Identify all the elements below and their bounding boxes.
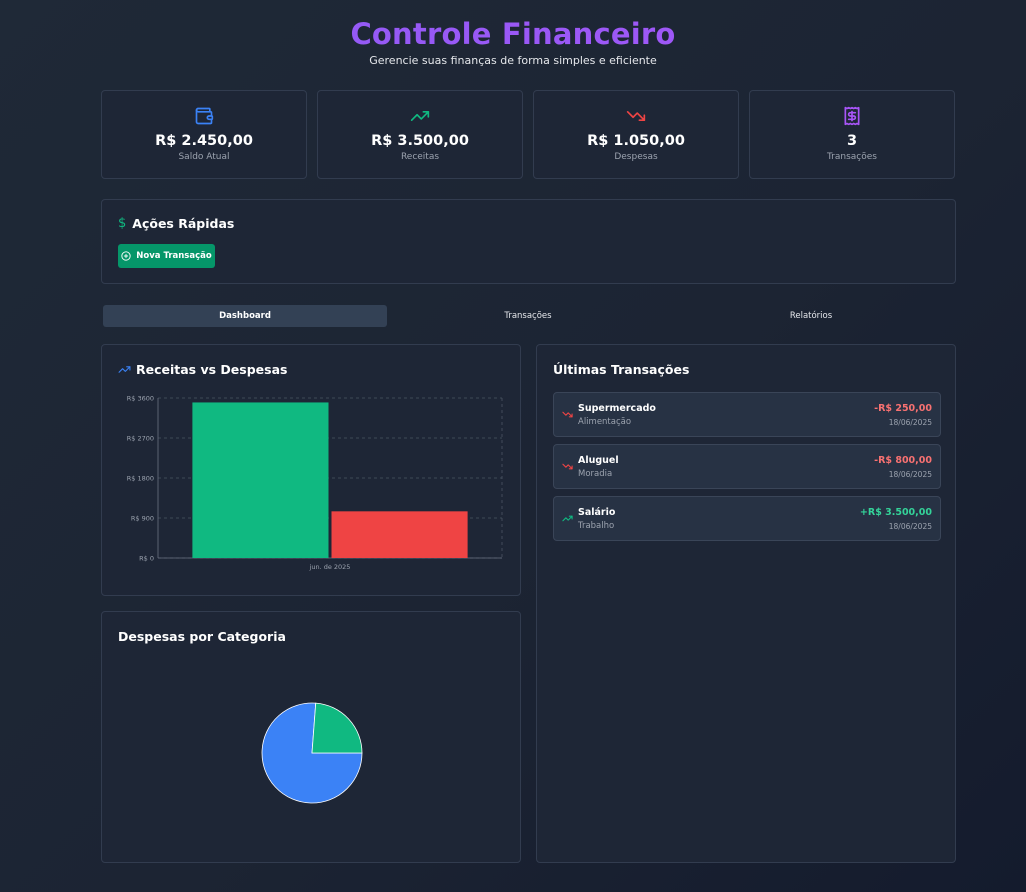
stat-value: R$ 2.450,00 [155,133,253,149]
y-tick-label: R$ 1800 [127,475,154,483]
new-transaction-label: Nova Transação [136,251,212,261]
income-vs-expense-chart: R$ 0 R$ 900 R$ 1800 R$ 2700 R$ 3600 jun. de 2… [127,395,503,571]
transaction-category: Alimentação [578,417,632,427]
transaction-category: Moradia [578,469,613,479]
stat-label: Receitas [400,152,440,162]
transaction-name: Supermercado [578,403,656,414]
trending-down-icon [562,411,573,418]
transaction-amount: -R$ 250,00 [874,403,932,414]
transaction-amount: +R$ 3.500,00 [859,507,932,518]
transaction-date: 18/06/2025 [888,522,932,531]
expenses-by-category-panel: Despesas por Categoria [101,611,521,863]
transaction-item[interactable]: Salário Trabalho +R$ 3.500,00 18/06/2025 [553,496,941,541]
quick-actions-title-text: Ações Rápidas [132,216,235,231]
y-tick-label: R$ 3600 [127,395,154,403]
recent-transactions-title: Últimas Transações [553,362,690,377]
stat-value: 3 [846,133,858,149]
page-subtitle: Gerencie suas finanças de forma simples … [369,54,657,67]
transaction-name: Salário [578,507,616,518]
stat-card-transactions: 3 Transações [749,90,955,179]
trending-up-icon [562,515,573,522]
receipt-icon [844,106,860,126]
stat-label: Saldo Atual [178,152,230,162]
main-tabs: Dashboard Transações Relatórios [101,305,956,327]
bar [331,511,468,558]
page-title: Controle Financeiro [0,15,1026,53]
transaction-item[interactable]: Aluguel Moradia -R$ 800,00 18/06/2025 [553,444,941,489]
y-tick-label: R$ 2700 [127,435,154,443]
trending-down-icon [562,463,573,470]
expenses-by-category-chart [261,702,363,804]
new-transaction-button[interactable]: Nova Transação [118,244,215,268]
page-header: Controle Financeiro Gerencie suas finanç… [0,15,1026,67]
stat-label: Despesas [614,152,658,162]
income-vs-expense-panel: Receitas vs Despesas R$ 0 R$ 900 R$ 1800 R$… [101,344,521,596]
stat-value: R$ 1.050,00 [587,133,685,149]
y-tick-label: R$ 0 [139,555,154,563]
transaction-amount: -R$ 800,00 [874,455,932,466]
dollar-icon: $ [118,216,127,231]
wallet-icon [195,107,214,125]
tab-reports[interactable]: Relatórios [669,305,953,327]
x-tick-label: jun. de 2025 [309,563,351,571]
recent-transactions-panel: Últimas Transações Supermercado Alimenta… [536,344,956,863]
stat-label: Transações [827,152,877,162]
quick-actions-title: $ Ações Rápidas [118,216,234,231]
transaction-date: 18/06/2025 [888,470,932,479]
plus-circle-icon [121,251,131,261]
transaction-item[interactable]: Supermercado Alimentação -R$ 250,00 18/0… [553,392,941,437]
quick-actions-panel: $ Ações Rápidas Nova Transação [101,199,956,284]
transaction-name: Aluguel [578,455,619,466]
pie-slice [311,702,363,754]
stat-card-balance: R$ 2.450,00 Saldo Atual [101,90,307,179]
trending-up-icon [410,111,430,121]
stat-value: R$ 3.500,00 [371,133,469,149]
trending-down-icon [626,111,646,121]
stat-card-income: R$ 3.500,00 Receitas [317,90,523,179]
tab-dashboard[interactable]: Dashboard [103,305,387,327]
y-tick-label: R$ 900 [131,515,154,523]
transaction-date: 18/06/2025 [888,418,932,427]
transaction-category: Trabalho [578,521,615,531]
stat-card-expenses: R$ 1.050,00 Despesas [533,90,739,179]
bar [192,402,329,558]
tab-transactions[interactable]: Transações [386,305,670,327]
